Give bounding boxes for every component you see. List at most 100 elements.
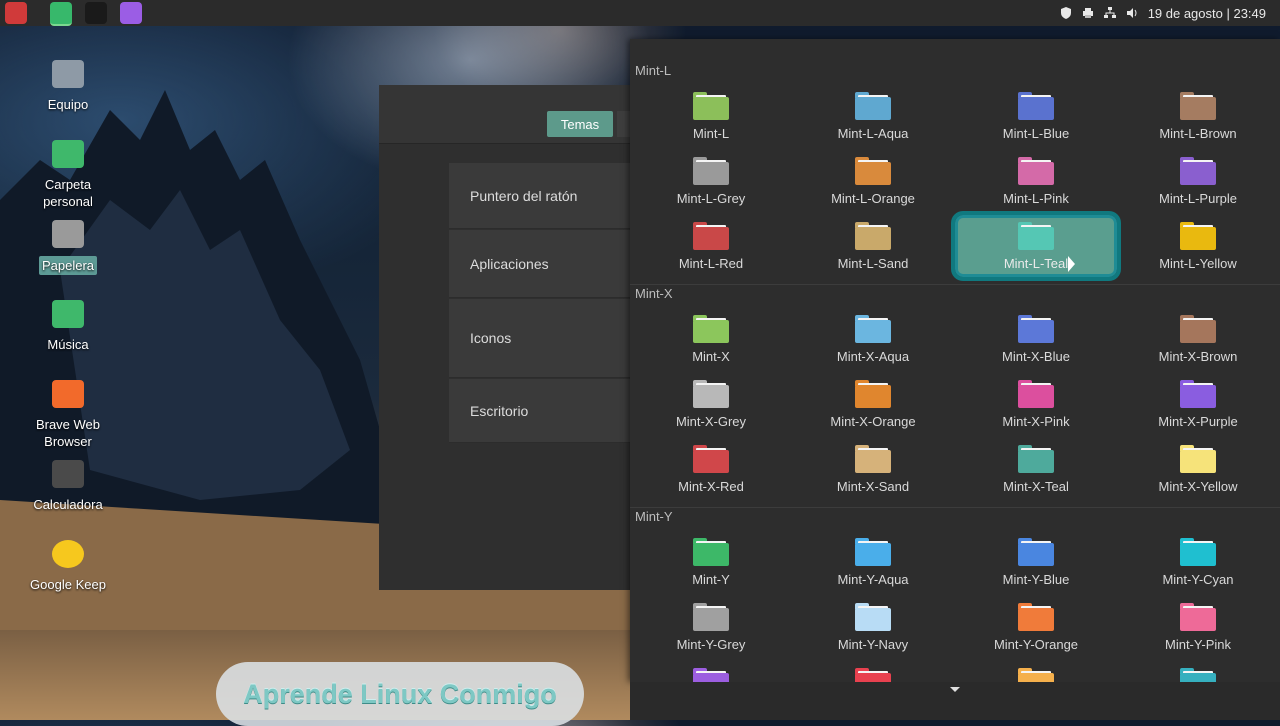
color-picker-icon[interactable]	[120, 2, 142, 24]
theme-label: Mint-X-Orange	[830, 414, 916, 429]
section-title: Mint-Y	[635, 509, 673, 524]
theme-option[interactable]: Mint-Y-Navy	[792, 596, 954, 658]
theme-label: Mint-Y	[692, 572, 730, 587]
theme-label: Mint-X-Brown	[1158, 349, 1238, 364]
terminal-icon[interactable]	[85, 2, 107, 24]
theme-label: Mint-L-Teal	[1003, 256, 1069, 271]
folder-icon	[855, 538, 891, 566]
folder-icon	[1018, 157, 1054, 185]
theme-option[interactable]: Mint-X-Teal	[955, 438, 1117, 500]
folder-icon	[693, 538, 729, 566]
theme-option[interactable]: Mint-Y-Cyan	[1117, 531, 1279, 593]
desktop-icon-carpeta-personal[interactable]: Carpeta personal	[23, 138, 113, 210]
theme-option[interactable]: Mint-L	[630, 85, 792, 147]
desktop-icon-equipo[interactable]: Equipo	[23, 58, 113, 113]
theme-option[interactable]: Mint-L-Aqua	[792, 85, 954, 147]
folder-icon	[1018, 222, 1054, 250]
folder-icon	[855, 92, 891, 120]
system-tray: 19 de agosto | 23:49	[1060, 0, 1266, 26]
setting-row-mouse-pointer[interactable]: Puntero del ratón	[449, 163, 639, 229]
desktop-icon-label: Papelera	[38, 256, 98, 275]
volume-icon[interactable]	[1126, 7, 1138, 19]
files-folder-icon[interactable]	[50, 2, 72, 26]
folder-icon	[1180, 315, 1216, 343]
folder-icon	[855, 222, 891, 250]
shield-icon[interactable]	[1060, 7, 1072, 19]
theme-option[interactable]: Mint-X-Pink	[955, 373, 1117, 435]
theme-option[interactable]: Mint-L-Yellow	[1117, 215, 1279, 277]
theme-option[interactable]: Mint-L-Purple	[1117, 150, 1279, 212]
theme-option[interactable]: Mint-L-Pink	[955, 150, 1117, 212]
clock[interactable]: 19 de agosto | 23:49	[1148, 6, 1266, 21]
theme-option[interactable]	[630, 661, 792, 682]
printer-icon[interactable]	[1082, 7, 1094, 19]
theme-label: Mint-X-Grey	[675, 414, 747, 429]
folder-icon	[855, 668, 891, 682]
theme-option[interactable]: Mint-X-Sand	[792, 438, 954, 500]
folder-icon	[1018, 445, 1054, 473]
theme-label: Mint-X-Yellow	[1158, 479, 1238, 494]
section-title: Mint-X	[635, 286, 673, 301]
folder-icon	[1180, 603, 1216, 631]
theme-label: Mint-L-Sand	[837, 256, 909, 271]
theme-label: Mint-Y-Blue	[1002, 572, 1070, 587]
theme-option[interactable]	[955, 661, 1117, 682]
theme-option[interactable]: Mint-L-Grey	[630, 150, 792, 212]
theme-label: Mint-Y-Pink	[1165, 637, 1231, 652]
theme-option[interactable]: Mint-X-Grey	[630, 373, 792, 435]
theme-option[interactable]	[792, 661, 954, 682]
theme-option[interactable]: Mint-Y-Aqua	[792, 531, 954, 593]
theme-option[interactable]: Mint-X-Purple	[1117, 373, 1279, 435]
theme-label: Mint-X-Sand	[836, 479, 910, 494]
theme-option[interactable]: Mint-Y	[630, 531, 792, 593]
window-header: Temas	[379, 85, 639, 144]
theme-label: Mint-Y-Navy	[837, 637, 909, 652]
tab-temas[interactable]: Temas	[547, 111, 613, 137]
theme-option[interactable]: Mint-L-Orange	[792, 150, 954, 212]
red-bird-app-icon[interactable]	[5, 2, 27, 24]
folder-icon	[693, 445, 729, 473]
folder-icon	[1180, 380, 1216, 408]
theme-option[interactable]: Mint-X-Red	[630, 438, 792, 500]
folder-icon	[1018, 92, 1054, 120]
theme-option[interactable]: Mint-X-Yellow	[1117, 438, 1279, 500]
theme-option[interactable]: Mint-L-Sand	[792, 215, 954, 277]
desktop-icon-m-sica[interactable]: Música	[23, 298, 113, 353]
folder-icon	[693, 380, 729, 408]
google-keep-icon	[50, 538, 86, 572]
theme-option[interactable]: Mint-Y-Grey	[630, 596, 792, 658]
theme-label: Mint-L-Yellow	[1159, 256, 1237, 271]
theme-option[interactable]: Mint-Y-Blue	[955, 531, 1117, 593]
theme-option[interactable]: Mint-Y-Orange	[955, 596, 1117, 658]
desktop-icon-brave-web-browser[interactable]: Brave Web Browser	[23, 378, 113, 450]
theme-option[interactable]: Mint-Y-Pink	[1117, 596, 1279, 658]
network-icon[interactable]	[1103, 7, 1116, 19]
theme-option[interactable]: Mint-L-Brown	[1117, 85, 1279, 147]
desktop-icon-google-keep[interactable]: Google Keep	[23, 538, 113, 593]
theme-option[interactable]: Mint-X	[630, 308, 792, 370]
desktop-icon-calculadora[interactable]: Calculadora	[23, 458, 113, 513]
theme-label: Mint-Y-Grey	[676, 637, 746, 652]
theme-option[interactable]: Mint-L-Teal	[951, 211, 1121, 281]
scroll-down-arrow-icon[interactable]	[950, 687, 960, 692]
theme-option[interactable]: Mint-X-Blue	[955, 308, 1117, 370]
theme-option[interactable]: Mint-L-Red	[630, 215, 792, 277]
desktop-icon-label: Calculadora	[33, 497, 103, 512]
desktop-icon-label: Brave Web Browser	[35, 417, 101, 449]
folder-icon	[855, 445, 891, 473]
theme-label: Mint-X-Red	[678, 479, 744, 494]
folder-icon	[855, 157, 891, 185]
theme-label: Mint-L-Brown	[1159, 126, 1237, 141]
theme-option[interactable]: Mint-X-Orange	[792, 373, 954, 435]
theme-option[interactable]: Mint-X-Aqua	[792, 308, 954, 370]
setting-row-applications[interactable]: Aplicaciones	[449, 230, 639, 298]
theme-option[interactable]: Mint-X-Brown	[1117, 308, 1279, 370]
setting-row-desktop[interactable]: Escritorio	[449, 379, 639, 443]
setting-row-icons[interactable]: Iconos	[449, 299, 639, 378]
desktop-icon-papelera[interactable]: Papelera	[23, 218, 113, 275]
themes-settings-window: Temas Puntero del ratón Aplicaciones Ico…	[379, 85, 639, 590]
desktop-icon-label: Carpeta personal	[43, 177, 93, 209]
theme-label: Mint-L-Purple	[1158, 191, 1238, 206]
theme-option[interactable]	[1117, 661, 1279, 682]
theme-option[interactable]: Mint-L-Blue	[955, 85, 1117, 147]
